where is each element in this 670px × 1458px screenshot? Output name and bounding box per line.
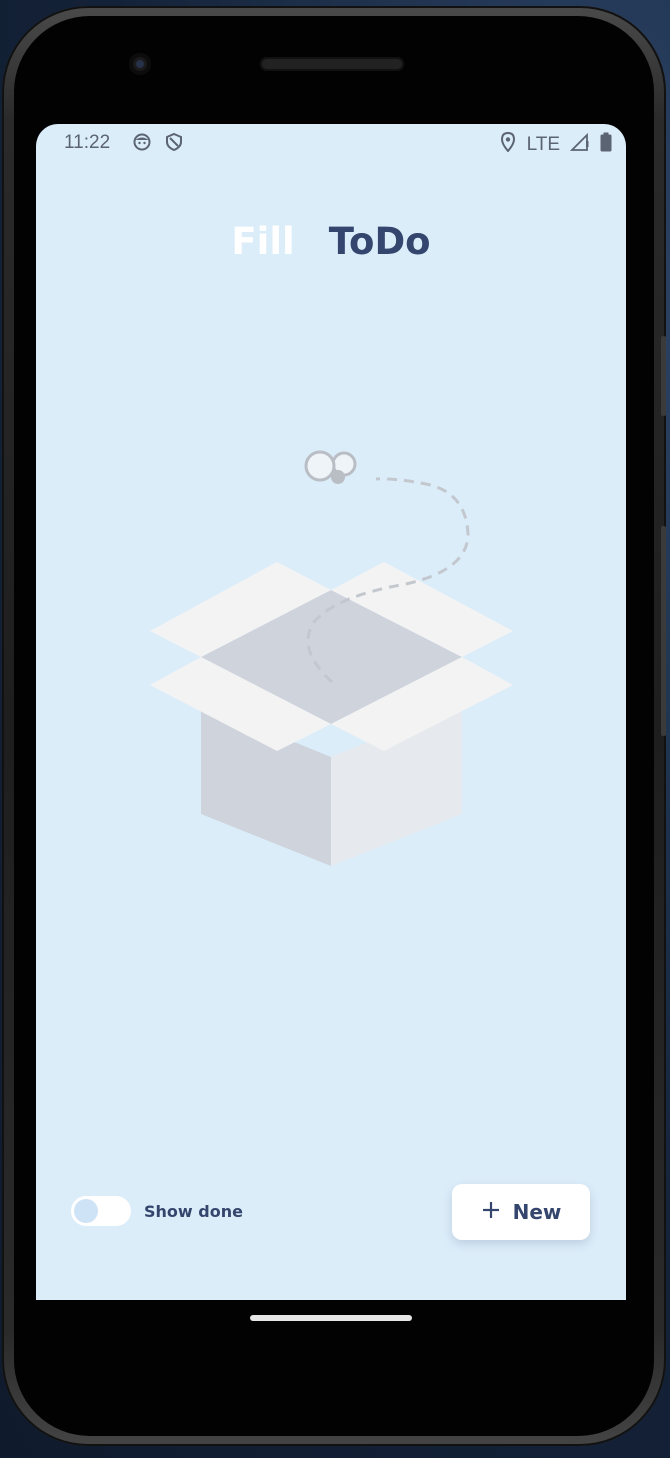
toggle-knob bbox=[74, 1199, 98, 1223]
volume-button bbox=[661, 336, 666, 416]
title-fill: Fill bbox=[231, 220, 295, 263]
new-todo-button[interactable]: New bbox=[452, 1184, 590, 1240]
new-button-label: New bbox=[512, 1200, 562, 1224]
earpiece-speaker bbox=[260, 57, 404, 71]
signal-icon bbox=[569, 132, 590, 158]
bottom-bar: Show done New bbox=[36, 1182, 626, 1242]
app-notification-icon bbox=[132, 132, 152, 158]
power-button bbox=[661, 526, 666, 736]
gesture-nav-handle[interactable] bbox=[250, 1315, 412, 1321]
status-bar: 11:22 LTE bbox=[36, 124, 626, 162]
location-icon bbox=[499, 131, 517, 158]
status-right-icons: LTE bbox=[499, 131, 612, 158]
empty-box-illustration bbox=[146, 444, 516, 879]
app-screen: 11:22 LTE Fill ToDo Show done New bbox=[36, 124, 626, 1300]
network-type: LTE bbox=[526, 134, 560, 155]
status-left-icons bbox=[132, 132, 184, 158]
plus-icon bbox=[481, 1200, 501, 1225]
show-done-label: Show done bbox=[144, 1202, 243, 1221]
shield-icon bbox=[164, 132, 184, 158]
front-camera bbox=[129, 53, 151, 75]
app-title: Fill ToDo bbox=[36, 220, 626, 263]
status-time: 11:22 bbox=[64, 132, 111, 153]
show-done-toggle[interactable] bbox=[71, 1196, 131, 1226]
title-todo: ToDo bbox=[328, 220, 431, 263]
battery-icon bbox=[600, 132, 612, 158]
